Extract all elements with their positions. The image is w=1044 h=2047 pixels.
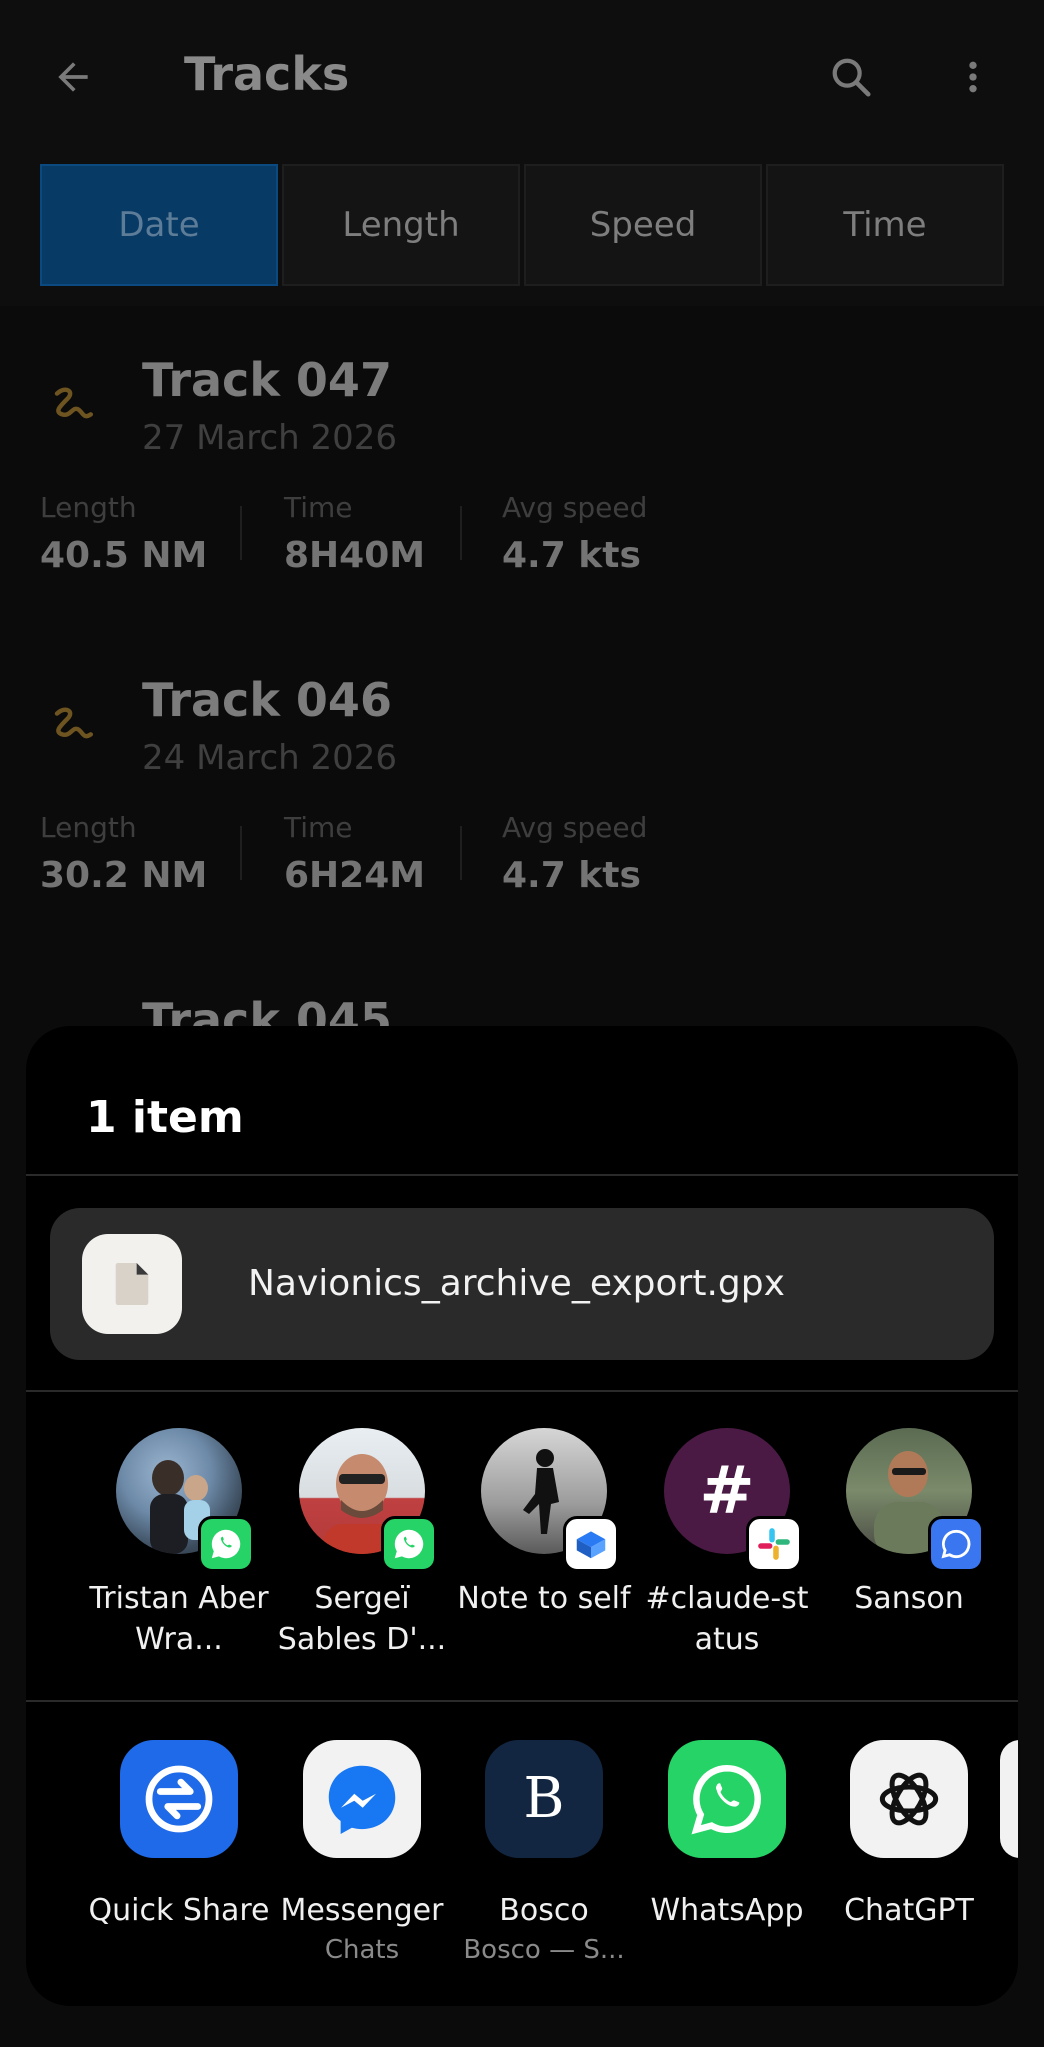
contact-tristan[interactable]: Tristan Aber Wra... — [88, 1428, 270, 1668]
app-name: Bosco — [499, 1893, 589, 1928]
whatsapp-icon — [668, 1740, 786, 1858]
arrow-left-icon — [58, 62, 88, 92]
contact-name: Tristan Aber Wra... — [89, 1581, 269, 1657]
list-item[interactable]: Track 047 27 March 2026 Length 40.5 NM T… — [0, 306, 1044, 606]
app-name: Quick Share — [88, 1893, 270, 1928]
length-label: Length — [40, 811, 137, 844]
track-date: 27 March 2026 — [142, 418, 398, 458]
divider — [240, 826, 242, 880]
more-options-button[interactable] — [940, 44, 1006, 110]
length-stat: Length 40.5 NM — [40, 490, 207, 580]
length-value: 40.5 NM — [40, 535, 208, 576]
avg-speed-label: Avg speed — [502, 811, 648, 844]
track-title: Track 047 — [142, 353, 392, 407]
avg-speed-value: 4.7 kts — [502, 855, 641, 896]
tab-time[interactable]: Time — [766, 164, 1004, 286]
time-value: 8H40M — [284, 535, 426, 576]
length-label: Length — [40, 491, 137, 524]
app-whatsapp[interactable]: WhatsApp — [636, 1740, 818, 1980]
share-sheet: 1 item Navionics_archive_export.gpx Tris… — [26, 1026, 1018, 2006]
contact-name: #claude-st atus — [645, 1581, 809, 1657]
contact-name: Sanson — [854, 1581, 964, 1616]
avg-speed-stat: Avg speed 4.7 kts — [502, 810, 647, 900]
track-title: Track 046 — [142, 673, 392, 727]
search-button[interactable] — [818, 44, 884, 110]
app-chatgpt[interactable]: ChatGPT — [818, 1740, 1000, 1980]
partial-app-icon — [1000, 1740, 1018, 1858]
track-squiggle-icon — [54, 707, 94, 739]
time-label: Time — [284, 491, 353, 524]
app-more-partial[interactable] — [996, 1740, 1018, 1980]
chatgpt-icon — [850, 1740, 968, 1858]
avg-speed-stat: Avg speed 4.7 kts — [502, 490, 647, 580]
time-label: Time — [284, 811, 353, 844]
app-name: Messenger — [280, 1893, 444, 1928]
slack-icon — [746, 1516, 802, 1572]
app-quick-share[interactable]: Quick Share — [88, 1740, 270, 1980]
bosco-letter: B — [523, 1766, 565, 1831]
contact-note-to-self[interactable]: Note to self — [453, 1428, 635, 1668]
top-app-bar: Tracks — [0, 0, 1044, 150]
tab-speed[interactable]: Speed — [524, 164, 762, 286]
divider — [26, 1174, 1018, 1176]
file-name: Navionics_archive_export.gpx — [248, 1263, 785, 1304]
contact-name: Note to self — [457, 1581, 631, 1616]
contact-claude-status[interactable]: # #claude-st atus — [636, 1428, 818, 1668]
sort-tabs: Date Length Speed Time — [40, 164, 1004, 286]
length-value: 30.2 NM — [40, 855, 208, 896]
bosco-icon: B — [485, 1740, 603, 1858]
divider — [26, 1390, 1018, 1392]
contact-sergei[interactable]: Sergeï Sables D'... — [271, 1428, 453, 1668]
app-name: WhatsApp — [650, 1893, 804, 1928]
track-date: 24 March 2026 — [142, 738, 398, 778]
avg-speed-label: Avg speed — [502, 491, 648, 524]
signal-notes-icon — [563, 1516, 619, 1572]
divider — [460, 506, 462, 560]
app-bosco[interactable]: B Bosco Bosco — S... — [453, 1740, 635, 1980]
time-value: 6H24M — [284, 855, 426, 896]
whatsapp-icon — [198, 1516, 254, 1572]
hashtag-glyph: # — [699, 1452, 755, 1529]
contact-name: Sergeï Sables D'... — [277, 1581, 447, 1657]
share-sheet-title: 1 item — [86, 1092, 244, 1143]
page-title: Tracks — [184, 47, 350, 101]
divider — [26, 1700, 1018, 1702]
avg-speed-value: 4.7 kts — [502, 535, 641, 576]
back-button[interactable] — [40, 44, 106, 110]
time-stat: Time 8H40M — [284, 490, 425, 580]
whatsapp-icon — [381, 1516, 437, 1572]
contact-sanson[interactable]: Sanson — [818, 1428, 1000, 1668]
track-squiggle-icon — [54, 387, 94, 419]
app-subtitle: Chats — [324, 1935, 400, 1965]
tab-date[interactable]: Date — [40, 164, 278, 286]
shared-file-preview[interactable]: Navionics_archive_export.gpx — [50, 1208, 994, 1360]
messenger-icon — [303, 1740, 421, 1858]
app-messenger[interactable]: Messenger Chats — [271, 1740, 453, 1980]
more-vert-icon — [969, 61, 977, 93]
divider — [240, 506, 242, 560]
time-stat: Time 6H24M — [284, 810, 425, 900]
search-icon — [832, 58, 871, 97]
file-icon — [82, 1234, 182, 1334]
signal-icon — [928, 1516, 984, 1572]
list-item[interactable]: Track 046 24 March 2026 Length 30.2 NM T… — [0, 626, 1044, 926]
tab-length[interactable]: Length — [282, 164, 520, 286]
app-subtitle: Bosco — S... — [463, 1935, 625, 1965]
divider — [460, 826, 462, 880]
length-stat: Length 30.2 NM — [40, 810, 207, 900]
app-name: ChatGPT — [844, 1893, 974, 1928]
quick-share-icon — [120, 1740, 238, 1858]
